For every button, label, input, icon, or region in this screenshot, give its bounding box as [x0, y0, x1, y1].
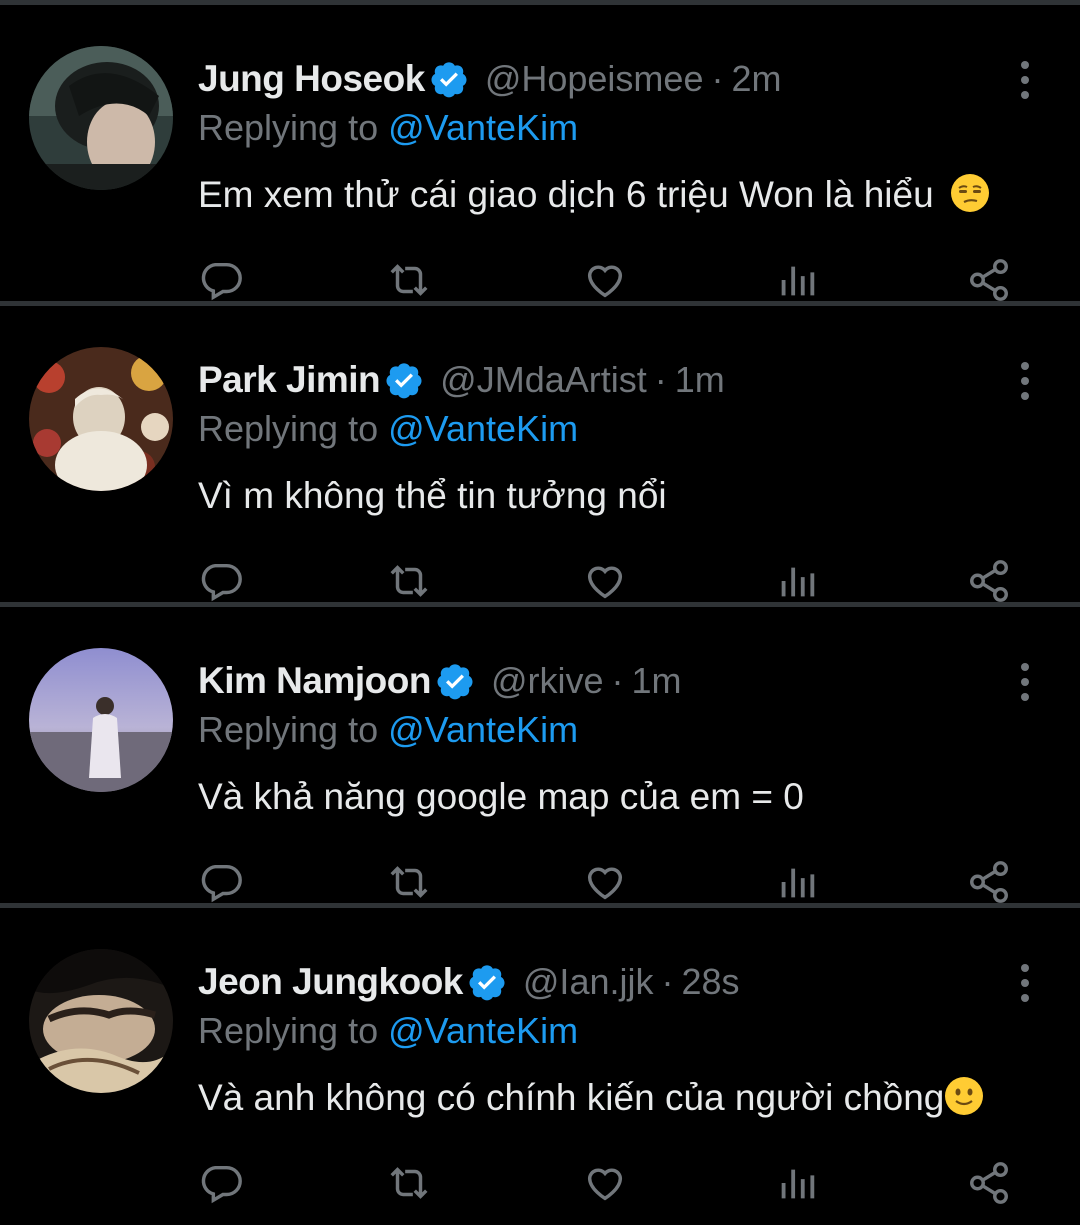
tweet-text-content: Vì m không thể tin tưởng nổi	[198, 475, 667, 516]
display-name[interactable]: Jung Hoseok	[198, 58, 425, 100]
replying-prefix: Replying to	[198, 408, 389, 449]
share-icon[interactable]	[966, 1160, 1012, 1206]
dot-separator: ·	[711, 58, 724, 99]
mention-link[interactable]: @VanteKim	[388, 709, 578, 750]
retweet-icon[interactable]	[386, 859, 432, 905]
replying-to: Replying to @VanteKim	[198, 405, 1040, 453]
replying-to: Replying to @VanteKim	[198, 104, 1040, 152]
avatar-image	[29, 648, 173, 792]
dot-separator: ·	[661, 961, 674, 1002]
avatar[interactable]	[29, 46, 173, 190]
like-icon[interactable]	[582, 558, 628, 604]
like-icon[interactable]	[582, 859, 628, 905]
verified-badge-icon	[386, 363, 422, 399]
analytics-icon[interactable]	[774, 558, 820, 604]
like-icon[interactable]	[582, 1160, 628, 1206]
share-icon[interactable]	[966, 257, 1012, 303]
dot-separator: ·	[611, 660, 624, 701]
tweet-actions	[198, 859, 1018, 909]
tweet-actions	[198, 257, 1018, 307]
reply-icon[interactable]	[198, 558, 244, 604]
avatar-image	[29, 46, 173, 190]
more-options-icon[interactable]	[1016, 963, 1034, 1003]
handle[interactable]: @Hopeismee	[485, 58, 704, 100]
analytics-icon[interactable]	[774, 1160, 820, 1206]
reply-icon[interactable]	[198, 1160, 244, 1206]
display-name[interactable]: Jeon Jungkook	[198, 961, 463, 1003]
reply-feed: Jung Hoseok @Hopeismee · 2m Replying to …	[0, 5, 1080, 1204]
replying-prefix: Replying to	[198, 709, 389, 750]
more-options-icon[interactable]	[1016, 361, 1034, 401]
tweet[interactable]: Park Jimin @JMdaArtist · 1m Replying to …	[0, 306, 1080, 607]
avatar[interactable]	[29, 949, 173, 1093]
tweet-actions	[198, 558, 1018, 608]
tweet-text-content: Và khả năng google map của em = 0	[198, 776, 804, 817]
tweet[interactable]: Jung Hoseok @Hopeismee · 2m Replying to …	[0, 5, 1080, 306]
retweet-icon[interactable]	[386, 257, 432, 303]
replying-to: Replying to @VanteKim	[198, 1007, 1040, 1055]
avatar[interactable]	[29, 648, 173, 792]
tweet-text: Và anh không có chính kiến của người chồ…	[198, 1075, 1040, 1121]
tweet[interactable]: Kim Namjoon @rkive · 1m Replying to @Van…	[0, 607, 1080, 908]
display-name[interactable]: Park Jimin	[198, 359, 381, 401]
tweet-text-content: Em xem thử cái giao dịch 6 triệu Won là …	[198, 174, 934, 215]
verified-badge-icon	[431, 62, 467, 98]
unamused-face-icon	[950, 174, 989, 212]
slightly-smiling-face-icon	[945, 1077, 984, 1115]
timestamp[interactable]: 28s	[681, 961, 739, 1003]
retweet-icon[interactable]	[386, 558, 432, 604]
mention-link[interactable]: @VanteKim	[388, 1010, 578, 1051]
avatar[interactable]	[29, 347, 173, 491]
tweet-text: Em xem thử cái giao dịch 6 triệu Won là …	[198, 172, 1040, 218]
tweet-text-content: Và anh không có chính kiến của người chồ…	[198, 1077, 945, 1118]
mention-link[interactable]: @VanteKim	[388, 107, 578, 148]
timestamp[interactable]: 1m	[632, 660, 682, 702]
reply-icon[interactable]	[198, 859, 244, 905]
reply-icon[interactable]	[198, 257, 244, 303]
handle[interactable]: @rkive	[491, 660, 604, 702]
mention-link[interactable]: @VanteKim	[388, 408, 578, 449]
handle[interactable]: @JMdaArtist	[440, 359, 647, 401]
share-icon[interactable]	[966, 859, 1012, 905]
analytics-icon[interactable]	[774, 859, 820, 905]
timestamp[interactable]: 1m	[675, 359, 725, 401]
tweet-text: Vì m không thể tin tưởng nổi	[198, 473, 1040, 519]
verified-badge-icon	[469, 965, 505, 1001]
handle[interactable]: @Ian.jjk	[523, 961, 654, 1003]
verified-badge-icon	[437, 664, 473, 700]
replying-prefix: Replying to	[198, 107, 389, 148]
more-options-icon[interactable]	[1016, 662, 1034, 702]
analytics-icon[interactable]	[774, 257, 820, 303]
avatar-image	[29, 347, 173, 491]
tweet-text: Và khả năng google map của em = 0	[198, 774, 1040, 820]
share-icon[interactable]	[966, 558, 1012, 604]
replying-prefix: Replying to	[198, 1010, 389, 1051]
dot-separator: ·	[654, 359, 667, 400]
tweet[interactable]: Jeon Jungkook @Ian.jjk · 28s Replying to…	[0, 908, 1080, 1204]
retweet-icon[interactable]	[386, 1160, 432, 1206]
display-name[interactable]: Kim Namjoon	[198, 660, 431, 702]
more-options-icon[interactable]	[1016, 60, 1034, 100]
tweet-actions	[198, 1160, 1018, 1210]
timestamp[interactable]: 2m	[731, 58, 781, 100]
replying-to: Replying to @VanteKim	[198, 706, 1040, 754]
avatar-image	[29, 949, 173, 1093]
like-icon[interactable]	[582, 257, 628, 303]
